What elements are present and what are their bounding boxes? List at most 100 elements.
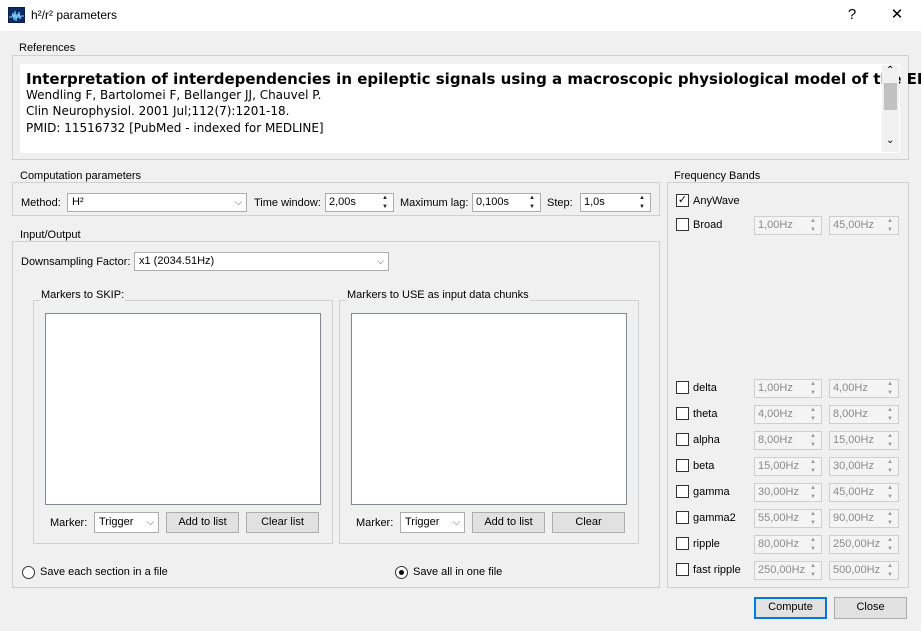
spin-up-icon[interactable]: ▲ <box>806 380 820 388</box>
spin-up-icon[interactable]: ▲ <box>883 562 897 570</box>
spin-down-icon[interactable]: ▼ <box>806 415 820 423</box>
help-button[interactable]: ? <box>836 3 868 27</box>
spin-up-icon[interactable]: ▲ <box>806 432 820 440</box>
delta-label[interactable]: delta <box>693 382 717 394</box>
gamma-high-spinbox[interactable]: 45,00Hz ▲ ▼ <box>829 483 899 502</box>
delta-low-spinbox[interactable]: 1,00Hz ▲ ▼ <box>754 379 822 398</box>
spin-down-icon[interactable]: ▼ <box>378 203 392 211</box>
spin-down-icon[interactable]: ▼ <box>883 389 897 397</box>
anywave-checkbox[interactable]: ✓ <box>676 194 689 207</box>
broad-checkbox[interactable] <box>676 218 689 231</box>
spin-up-icon[interactable]: ▲ <box>806 217 820 225</box>
references-textbox[interactable]: Interpretation of interdependencies in e… <box>20 64 921 153</box>
skip-add-to-list-button[interactable]: Add to list <box>166 512 239 533</box>
gamma-low-spinbox[interactable]: 30,00Hz ▲ ▼ <box>754 483 822 502</box>
spin-down-icon[interactable]: ▼ <box>806 389 820 397</box>
fast-ripple-low-spinbox[interactable]: 250,00Hz ▲ ▼ <box>754 561 822 580</box>
gamma2-high-spinbox[interactable]: 90,00Hz ▲ ▼ <box>829 509 899 528</box>
scroll-thumb[interactable] <box>884 83 897 110</box>
skip-clear-list-button[interactable]: Clear list <box>246 512 319 533</box>
spin-down-icon[interactable]: ▼ <box>806 467 820 475</box>
alpha-high-spinbox[interactable]: 15,00Hz ▲ ▼ <box>829 431 899 450</box>
spin-down-icon[interactable]: ▼ <box>883 493 897 501</box>
spin-up-icon[interactable]: ▲ <box>883 380 897 388</box>
compute-button[interactable]: Compute <box>754 597 827 619</box>
spin-up-icon[interactable]: ▲ <box>883 406 897 414</box>
use-marker-combo[interactable]: Trigger ⌵ <box>400 512 465 533</box>
spin-down-icon[interactable]: ▼ <box>883 571 897 579</box>
downsampling-combo[interactable]: x1 (2034.51Hz) ⌵ <box>134 252 389 271</box>
save-each-radio[interactable] <box>22 566 35 579</box>
gamma2-checkbox[interactable] <box>676 511 689 524</box>
spin-up-icon[interactable]: ▲ <box>525 194 539 202</box>
broad-high-spinbox[interactable]: 45,00Hz ▲ ▼ <box>829 216 899 235</box>
time-window-spinbox[interactable]: 2,00s ▲ ▼ <box>325 193 394 212</box>
save-each-label[interactable]: Save each section in a file <box>40 566 168 578</box>
broad-label[interactable]: Broad <box>693 219 722 231</box>
spin-up-icon[interactable]: ▲ <box>883 484 897 492</box>
references-scrollbar[interactable]: ⌃ ⌄ <box>882 65 899 152</box>
ripple-high-spinbox[interactable]: 250,00Hz ▲ ▼ <box>829 535 899 554</box>
spin-down-icon[interactable]: ▼ <box>883 441 897 449</box>
spin-up-icon[interactable]: ▲ <box>806 458 820 466</box>
spin-down-icon[interactable]: ▼ <box>883 415 897 423</box>
fast-ripple-checkbox[interactable] <box>676 563 689 576</box>
ripple-low-spinbox[interactable]: 80,00Hz ▲ ▼ <box>754 535 822 554</box>
spin-down-icon[interactable]: ▼ <box>806 226 820 234</box>
close-button[interactable]: Close <box>834 597 907 619</box>
spin-down-icon[interactable]: ▼ <box>883 467 897 475</box>
scroll-down-icon[interactable]: ⌄ <box>886 135 894 146</box>
spin-up-icon[interactable]: ▲ <box>806 562 820 570</box>
alpha-label[interactable]: alpha <box>693 434 720 446</box>
spin-up-icon[interactable]: ▲ <box>883 458 897 466</box>
spin-down-icon[interactable]: ▼ <box>806 441 820 449</box>
fast-ripple-high-spinbox[interactable]: 500,00Hz ▲ ▼ <box>829 561 899 580</box>
theta-low-spinbox[interactable]: 4,00Hz ▲ ▼ <box>754 405 822 424</box>
save-all-label[interactable]: Save all in one file <box>413 566 502 578</box>
scroll-up-icon[interactable]: ⌃ <box>886 65 894 76</box>
spin-down-icon[interactable]: ▼ <box>883 545 897 553</box>
gamma2-label[interactable]: gamma2 <box>693 512 736 524</box>
spin-down-icon[interactable]: ▼ <box>525 203 539 211</box>
beta-label[interactable]: beta <box>693 460 714 472</box>
alpha-low-spinbox[interactable]: 8,00Hz ▲ ▼ <box>754 431 822 450</box>
spin-down-icon[interactable]: ▼ <box>806 545 820 553</box>
skip-marker-list[interactable] <box>45 313 321 505</box>
spin-up-icon[interactable]: ▲ <box>806 406 820 414</box>
spin-down-icon[interactable]: ▼ <box>806 571 820 579</box>
spin-down-icon[interactable]: ▼ <box>635 203 649 211</box>
skip-marker-combo[interactable]: Trigger ⌵ <box>94 512 159 533</box>
use-clear-button[interactable]: Clear <box>552 512 625 533</box>
max-lag-spinbox[interactable]: 0,100s ▲ ▼ <box>472 193 541 212</box>
spin-up-icon[interactable]: ▲ <box>883 536 897 544</box>
alpha-checkbox[interactable] <box>676 433 689 446</box>
beta-high-spinbox[interactable]: 30,00Hz ▲ ▼ <box>829 457 899 476</box>
theta-checkbox[interactable] <box>676 407 689 420</box>
theta-high-spinbox[interactable]: 8,00Hz ▲ ▼ <box>829 405 899 424</box>
spin-down-icon[interactable]: ▼ <box>806 519 820 527</box>
fast-ripple-label[interactable]: fast ripple <box>693 564 741 576</box>
spin-down-icon[interactable]: ▼ <box>806 493 820 501</box>
spin-up-icon[interactable]: ▲ <box>806 536 820 544</box>
spin-up-icon[interactable]: ▲ <box>378 194 392 202</box>
ripple-checkbox[interactable] <box>676 537 689 550</box>
anywave-label[interactable]: AnyWave <box>693 195 740 207</box>
step-spinbox[interactable]: 1,0s ▲ ▼ <box>580 193 651 212</box>
spin-down-icon[interactable]: ▼ <box>883 226 897 234</box>
delta-high-spinbox[interactable]: 4,00Hz ▲ ▼ <box>829 379 899 398</box>
theta-label[interactable]: theta <box>693 408 717 420</box>
beta-low-spinbox[interactable]: 15,00Hz ▲ ▼ <box>754 457 822 476</box>
gamma2-low-spinbox[interactable]: 55,00Hz ▲ ▼ <box>754 509 822 528</box>
use-add-to-list-button[interactable]: Add to list <box>472 512 545 533</box>
gamma-checkbox[interactable] <box>676 485 689 498</box>
beta-checkbox[interactable] <box>676 459 689 472</box>
spin-up-icon[interactable]: ▲ <box>806 484 820 492</box>
spin-up-icon[interactable]: ▲ <box>883 217 897 225</box>
spin-down-icon[interactable]: ▼ <box>883 519 897 527</box>
gamma-label[interactable]: gamma <box>693 486 730 498</box>
spin-up-icon[interactable]: ▲ <box>883 510 897 518</box>
spin-up-icon[interactable]: ▲ <box>883 432 897 440</box>
use-marker-list[interactable] <box>351 313 627 505</box>
save-all-radio[interactable] <box>395 566 408 579</box>
method-combo[interactable]: H² ⌵ <box>67 193 247 212</box>
